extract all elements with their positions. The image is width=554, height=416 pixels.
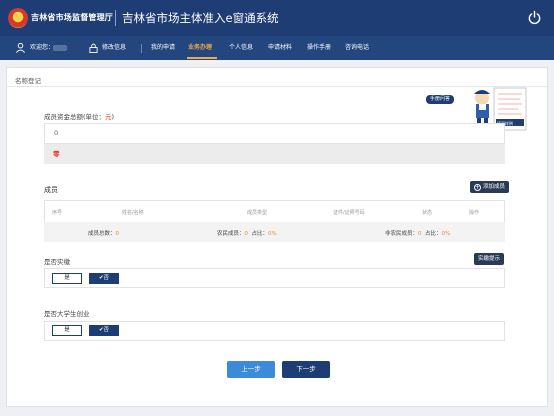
paidin-no-option[interactable]: ✔否 [89,273,119,284]
plus-icon: + [474,184,481,191]
capital-label: 成员资金总额(单位：元) [44,111,114,121]
col-name: 姓名/名称 [122,210,144,216]
top-header: 吉林省市场监督管理厅 吉林省市场主体准入e窗通系统 [0,0,554,36]
paidin-hint-button[interactable]: 实缴提示 [474,253,505,265]
nav-edit-info[interactable]: 修改信息 [102,36,126,60]
mascot-bubble[interactable]: 手册问答 [426,95,455,104]
nav-manual[interactable]: 操作手册 [307,36,331,60]
power-icon[interactable] [527,10,542,25]
nonfarmer-members: 非农民成员：0 占比：0% [385,231,451,237]
capital-input[interactable]: 0 [44,123,505,144]
card-title: 名称登记 [15,77,41,85]
col-status: 状态 [422,210,433,216]
paidin-yes-option[interactable]: 是 [52,273,82,284]
nav-active-indicator [187,57,217,59]
next-step-button[interactable]: 下一步 [282,361,330,378]
add-member-button[interactable]: + 添加成员 [470,181,510,193]
prev-step-button[interactable]: 上一步 [227,361,275,378]
col-id: 证件/证照号码 [333,210,365,216]
col-index: 序号 [52,210,63,216]
nav-hotline[interactable]: 咨询电话 [345,36,369,60]
nav-materials[interactable]: 申请材料 [268,36,292,60]
user-icon [16,42,25,53]
nav-separator [141,44,142,53]
capital-label-prefix: 成员资金总额(单位： [44,113,106,121]
header-divider [115,10,116,26]
col-action: 操作 [469,210,480,216]
graduate-label: 是否大学生创业 [44,310,90,318]
farmer-members: 农民成员：0 占比：0% [217,231,277,237]
members-title: 成员 [44,186,58,194]
col-type: 成员类型 [247,210,268,216]
system-title: 吉林省市场主体准入e窗通系统 [122,11,279,25]
graduate-no-option[interactable]: ✔否 [89,325,119,336]
nav-bar: 欢迎您： 修改信息 我的申请 业务办理 个人信息 申请材料 操作手册 咨询电话 [0,36,554,60]
nav-personal-info[interactable]: 个人信息 [229,36,253,60]
nav-my-applications[interactable]: 我的申请 [151,36,175,60]
username-blurred [53,45,67,51]
lock-icon [89,43,98,53]
org-name: 吉林省市场监督管理厅 [31,13,113,22]
capital-label-suffix: ) [111,113,115,121]
total-members: 成员总数：0 [88,231,120,237]
emblem-icon [8,8,28,28]
welcome-text: 欢迎您： [30,44,55,51]
paidin-label: 是否实缴 [44,258,70,266]
graduate-yes-option[interactable]: 是 [52,325,82,336]
capital-uppercase: 零 [44,144,505,164]
